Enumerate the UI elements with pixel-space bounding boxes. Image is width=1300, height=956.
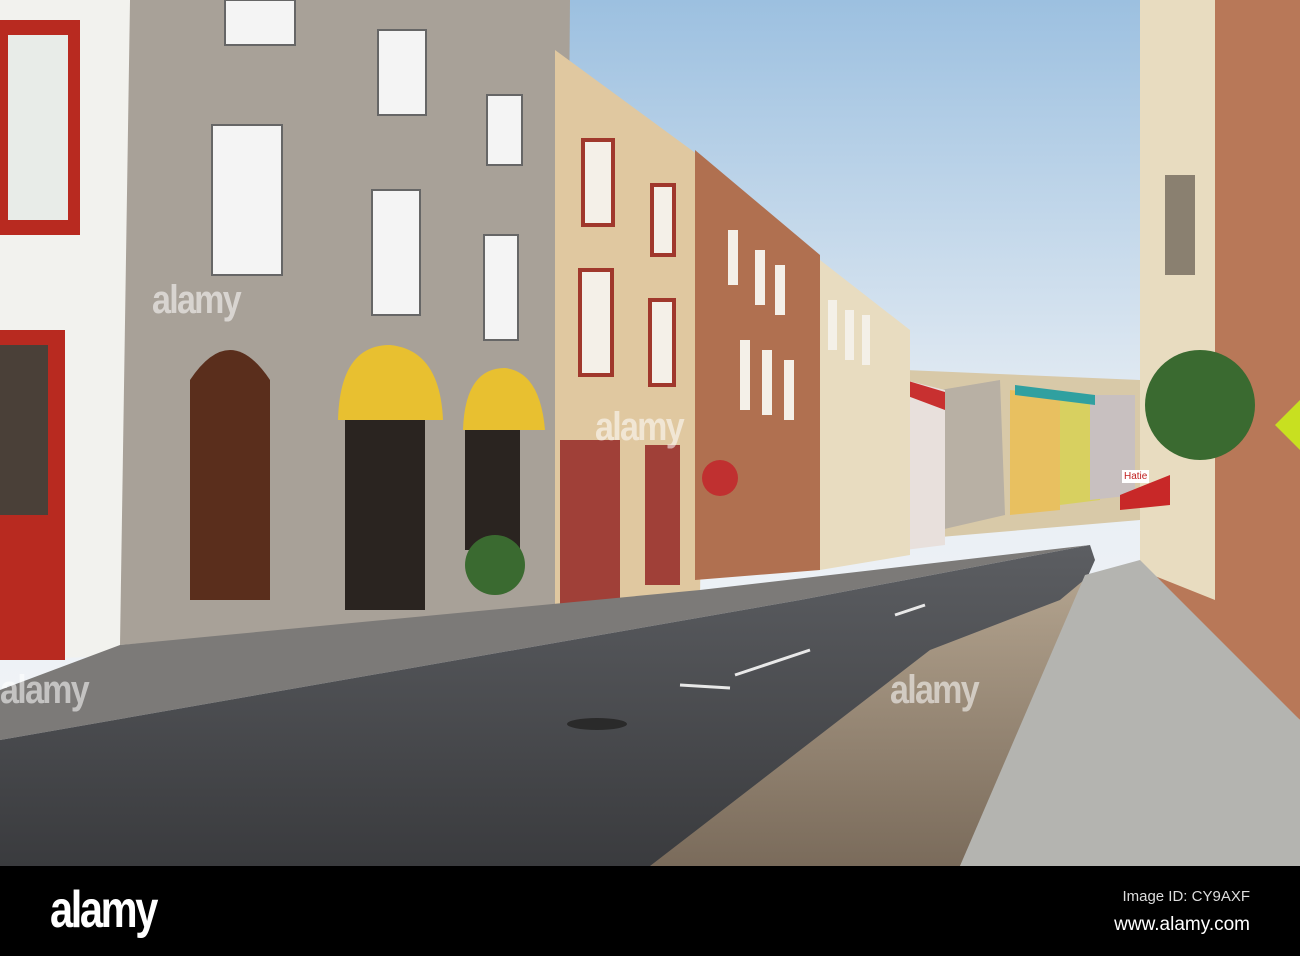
street-photo: alamy alamy alamy alamy Hatie alamy Imag… [0,0,1300,956]
arched-door [190,350,270,600]
site-url: www.alamy.com [1114,914,1250,935]
watermark: alamy [152,278,242,322]
footer-bar: alamy Image ID: CY9AXF www.alamy.com [0,866,1300,956]
alamy-logo: alamy [50,881,158,939]
watermark: alamy [0,668,90,712]
watermark: alamy [890,668,980,712]
hanging-flowers [1145,350,1255,460]
watermark: alamy [595,405,685,449]
image-id: Image ID: CY9AXF [1122,888,1250,905]
shop-sign: Hatie [1122,470,1150,483]
